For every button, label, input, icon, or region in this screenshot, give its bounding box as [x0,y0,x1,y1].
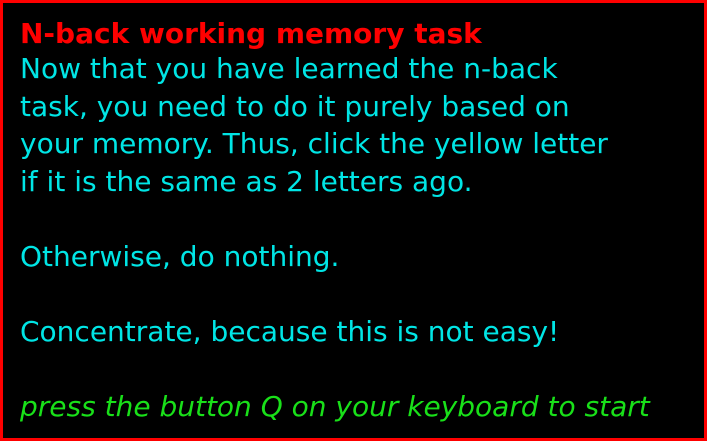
task-title: N-back working memory task [20,17,482,50]
instruction-line-5: Otherwise, do nothing. [20,239,340,273]
start-prompt: press the button Q on your keyboard to s… [20,389,650,423]
instruction-line-2: task, you need to do it purely based on [20,89,570,123]
instruction-line-6: Concentrate, because this is not easy! [20,314,560,348]
task-screen: N-back working memory task Now that you … [0,0,707,441]
instruction-text: Now that you have learned the n-back tas… [20,50,698,388]
instruction-line-3: your memory. Thus, click the yellow lett… [20,127,608,160]
instruction-line-4: if it is the same as 2 letters ago. [20,164,473,198]
instruction-panel: N-back working memory task Now that you … [20,18,698,425]
instruction-line-1: Now that you have learned the n-back [20,52,558,85]
